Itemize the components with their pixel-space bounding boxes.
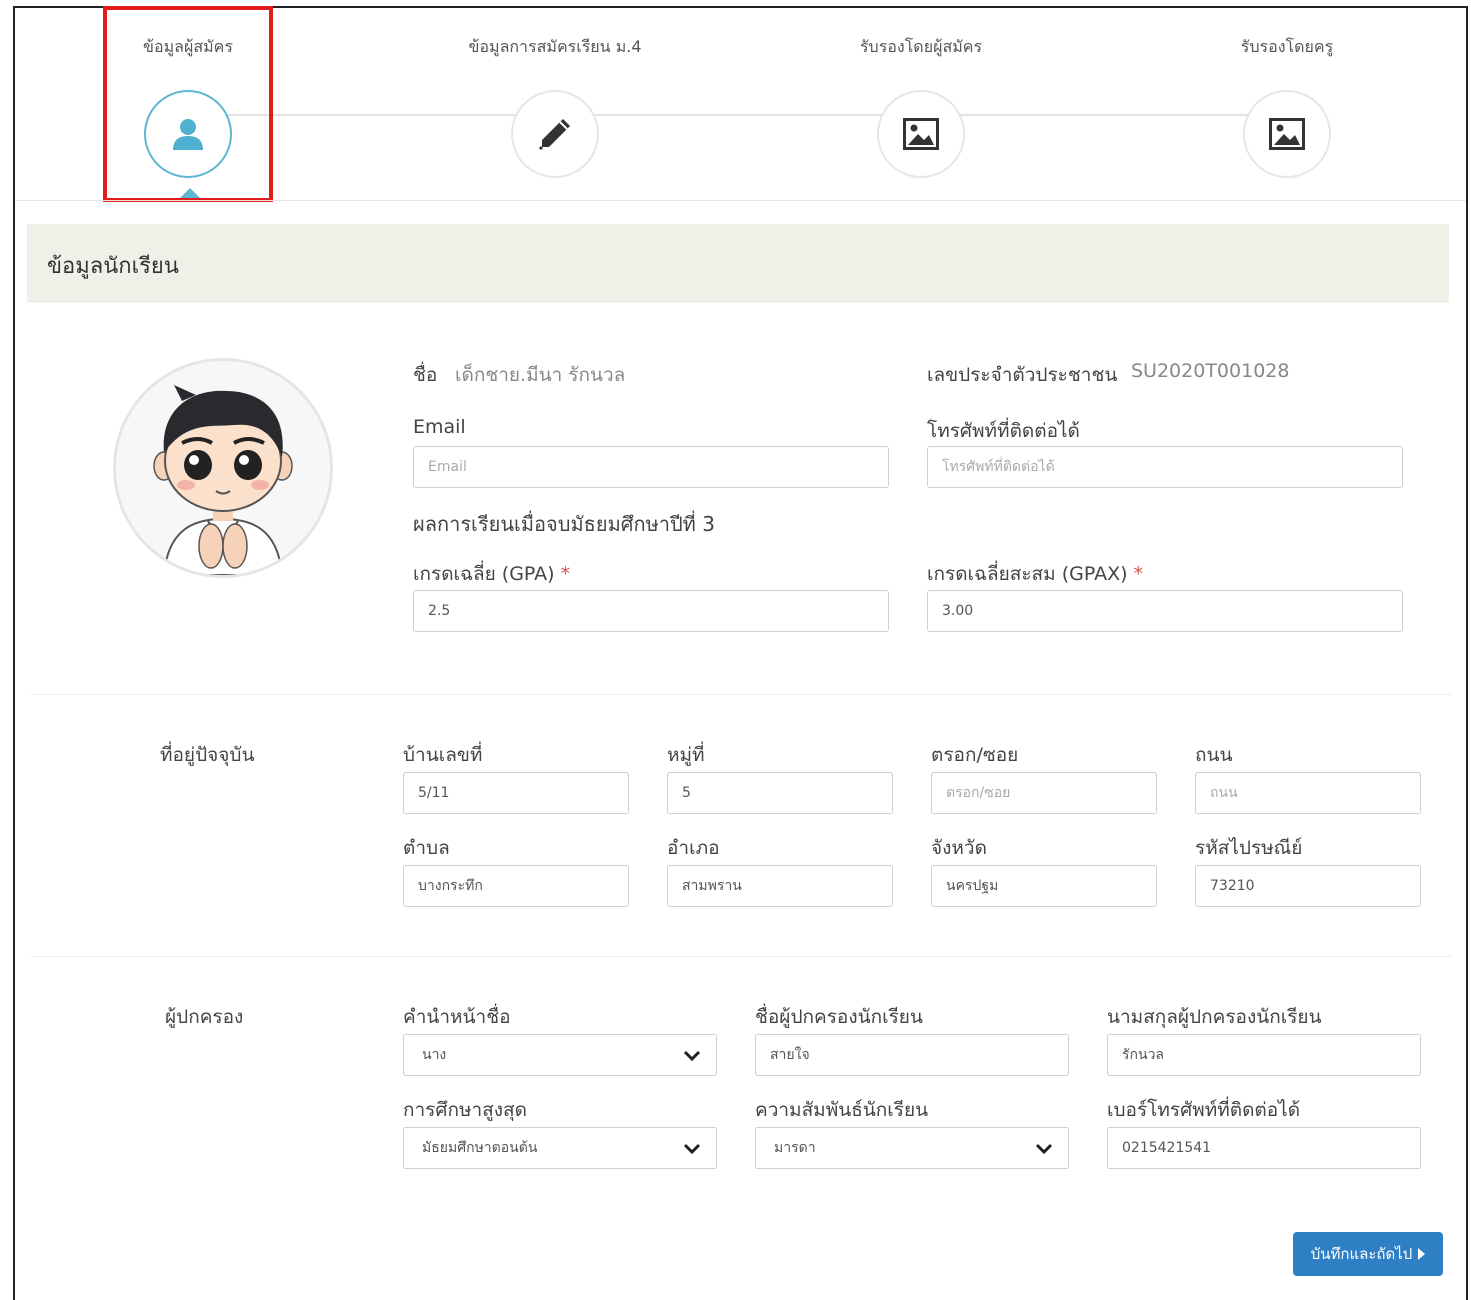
guardian-firstname-label: ชื่อผู้ปกครองนักเรียน (755, 1006, 923, 1028)
gpax-label: เกรดเฉลี่ยสะสม (GPAX) * (927, 559, 1143, 589)
save-and-next-button[interactable]: บันทึกและถัดไป (1293, 1232, 1443, 1276)
required-mark: * (560, 563, 571, 585)
chevron-down-icon (683, 1050, 701, 1062)
name-value: เด็กชาย.มีนา รักนวล (455, 364, 626, 386)
section-title: ข้อมูลนักเรียน (47, 254, 179, 279)
name-label: ชื่อ (413, 364, 438, 386)
guardian-section-label: ผู้ปกครอง (165, 1006, 244, 1028)
house-no-input[interactable] (403, 772, 629, 814)
results-title: ผลการเรียนเมื่อจบมัธยมศึกษาปีที่ 3 (413, 512, 715, 536)
citizen-id-label: เลขประจำตัวประชาชน (927, 364, 1118, 386)
relation-select[interactable]: มารดา (755, 1127, 1069, 1169)
step-application-info[interactable]: ข้อมูลการสมัครเรียน ม.4 (435, 8, 675, 200)
prefix-label: คำนำหน้าชื่อ (403, 1006, 511, 1028)
district-input[interactable] (667, 865, 893, 907)
gpa-input[interactable] (413, 590, 889, 632)
address-section-label: ที่อยู่ปัจจุบัน (160, 744, 255, 766)
email-input[interactable] (413, 446, 889, 488)
prefix-selected-value: นาง (422, 1047, 447, 1063)
citizen-id-value: SU2020T001028 (1131, 360, 1290, 382)
prefix-select[interactable]: นาง (403, 1034, 717, 1076)
gpax-input[interactable] (927, 590, 1403, 632)
application-frame: ข้อมูลผู้สมัคร ข้อมูลการสมัครเรียน ม.4 ร (13, 6, 1468, 1300)
steps-connector (201, 114, 1291, 116)
required-mark: * (1133, 563, 1144, 585)
education-select[interactable]: มัธยมศึกษาตอนต้น (403, 1127, 717, 1169)
section-header: ข้อมูลนักเรียน (27, 224, 1449, 302)
caret-right-icon (1418, 1248, 1426, 1260)
image-icon (1269, 118, 1305, 150)
wizard-steps: ข้อมูลผู้สมัคร ข้อมูลการสมัครเรียน ม.4 ร (15, 6, 1466, 202)
guardian-phone-label: เบอร์โทรศัพท์ที่ติดต่อได้ (1107, 1099, 1301, 1121)
road-input[interactable] (1195, 772, 1421, 814)
postcode-label: รหัสไปรษณีย์ (1195, 837, 1303, 859)
phone-label: โทรศัพท์ที่ติดต่อได้ (927, 420, 1080, 442)
chevron-down-icon (683, 1143, 701, 1155)
guardian-lastname-input[interactable] (1107, 1034, 1421, 1076)
relation-label: ความสัมพันธ์นักเรียน (755, 1099, 929, 1121)
step-label: รับรองโดยครู (1240, 37, 1334, 56)
gpa-label-text: เกรดเฉลี่ย (GPA) (413, 563, 555, 585)
step-label: รับรองโดยผู้สมัคร (859, 37, 983, 56)
student-avatar (113, 358, 333, 578)
step-label: ข้อมูลการสมัครเรียน ม.4 (468, 37, 642, 56)
email-label: Email (413, 416, 466, 438)
house-no-label: บ้านเลขที่ (403, 744, 483, 766)
step-circle[interactable] (1243, 90, 1331, 178)
phone-input[interactable] (927, 446, 1403, 488)
soi-label: ตรอก/ซอย (931, 744, 1019, 766)
chevron-down-icon (1035, 1143, 1053, 1155)
education-label: การศึกษาสูงสุด (403, 1099, 527, 1121)
subdistrict-label: ตำบล (403, 837, 450, 859)
student-cartoon-image (116, 361, 330, 575)
highlight-annotation (103, 6, 273, 202)
pencil-icon (538, 119, 570, 151)
guardian-firstname-input[interactable] (755, 1034, 1069, 1076)
step-applicant-certify[interactable]: รับรองโดยผู้สมัคร (801, 8, 1041, 200)
steps-divider (15, 200, 1466, 201)
divider (31, 956, 1451, 957)
province-label: จังหวัด (931, 837, 987, 859)
gpax-label-text: เกรดเฉลี่ยสะสม (GPAX) (927, 563, 1128, 585)
relation-selected-value: มารดา (774, 1140, 816, 1156)
subdistrict-input[interactable] (403, 865, 629, 907)
road-label: ถนน (1195, 744, 1233, 766)
step-teacher-certify[interactable]: รับรองโดยครู (1167, 8, 1407, 200)
education-selected-value: มัธยมศึกษาตอนต้น (422, 1140, 538, 1156)
gpa-label: เกรดเฉลี่ย (GPA) * (413, 559, 570, 589)
step-circle[interactable] (511, 90, 599, 178)
guardian-lastname-label: นามสกุลผู้ปกครองนักเรียน (1107, 1006, 1322, 1028)
province-input[interactable] (931, 865, 1157, 907)
district-label: อำเภอ (667, 837, 720, 859)
guardian-phone-input[interactable] (1107, 1127, 1421, 1169)
soi-input[interactable] (931, 772, 1157, 814)
moo-input[interactable] (667, 772, 893, 814)
save-and-next-label: บันทึกและถัดไป (1310, 1246, 1413, 1263)
divider (31, 694, 1451, 695)
image-icon (903, 118, 939, 150)
moo-label: หมู่ที่ (667, 744, 705, 766)
postcode-input[interactable] (1195, 865, 1421, 907)
step-circle[interactable] (877, 90, 965, 178)
